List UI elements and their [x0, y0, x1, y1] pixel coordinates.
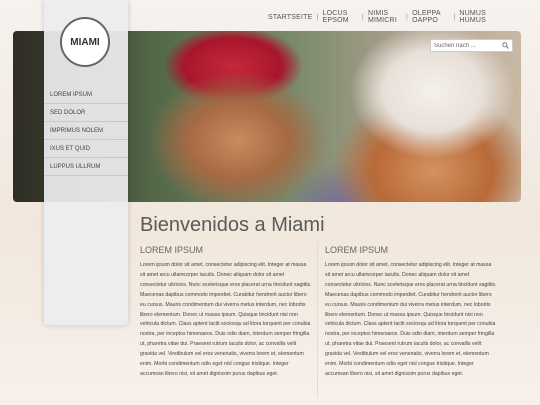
- search-box: [430, 39, 513, 52]
- column-body: Lorem ipsum dolor sit amet, consectetur …: [140, 262, 312, 377]
- nav-item-locus-epsom[interactable]: LOCUS EPSOM: [319, 10, 362, 24]
- content-column-right: LOREM IPSUM Lorem ipsum dolor sit amet, …: [325, 245, 497, 380]
- sidebar-item-lorem-ipsum[interactable]: LOREM IPSUM: [44, 86, 128, 104]
- sidebar-item-luppus-ullrum[interactable]: LUPPUS ULLRUM: [44, 158, 128, 176]
- logo-text: MIAMI: [70, 36, 100, 48]
- search-icon[interactable]: [502, 42, 509, 49]
- top-navigation: STARTSEITE | LOCUS EPSOM | NIMIS MIMICRI…: [264, 10, 500, 24]
- column-body: Lorem ipsum dolor sit amet, consectetur …: [325, 262, 497, 377]
- column-heading: LOREM IPSUM: [325, 245, 389, 255]
- sidebar-menu: LOREM IPSUM SED DOLOR IMPRIMUS NOLEM IXU…: [44, 86, 128, 176]
- page-title: Bienvenidos a Miami: [140, 214, 325, 236]
- nav-item-nimis-mimicri[interactable]: NIMIS MIMICRI: [364, 10, 406, 24]
- sidebar-item-ixus-et-quid[interactable]: IXUS ET QUID: [44, 140, 128, 158]
- column-heading: LOREM IPSUM: [140, 245, 204, 255]
- content-column-left: LOREM IPSUM Lorem ipsum dolor sit amet, …: [140, 245, 312, 380]
- nav-item-startseite[interactable]: STARTSEITE: [264, 14, 317, 21]
- sidebar-item-imprimus-nolem[interactable]: IMPRIMUS NOLEM: [44, 122, 128, 140]
- nav-item-oleppa-oappo[interactable]: OLEPPA OAPPO: [408, 10, 453, 24]
- search-input[interactable]: [434, 42, 502, 49]
- nav-item-numus-humus[interactable]: NUMUS HUMUS: [455, 10, 500, 24]
- logo[interactable]: MIAMI: [60, 17, 110, 67]
- column-divider: [317, 243, 318, 398]
- sidebar-item-sed-dolor[interactable]: SED DOLOR: [44, 104, 128, 122]
